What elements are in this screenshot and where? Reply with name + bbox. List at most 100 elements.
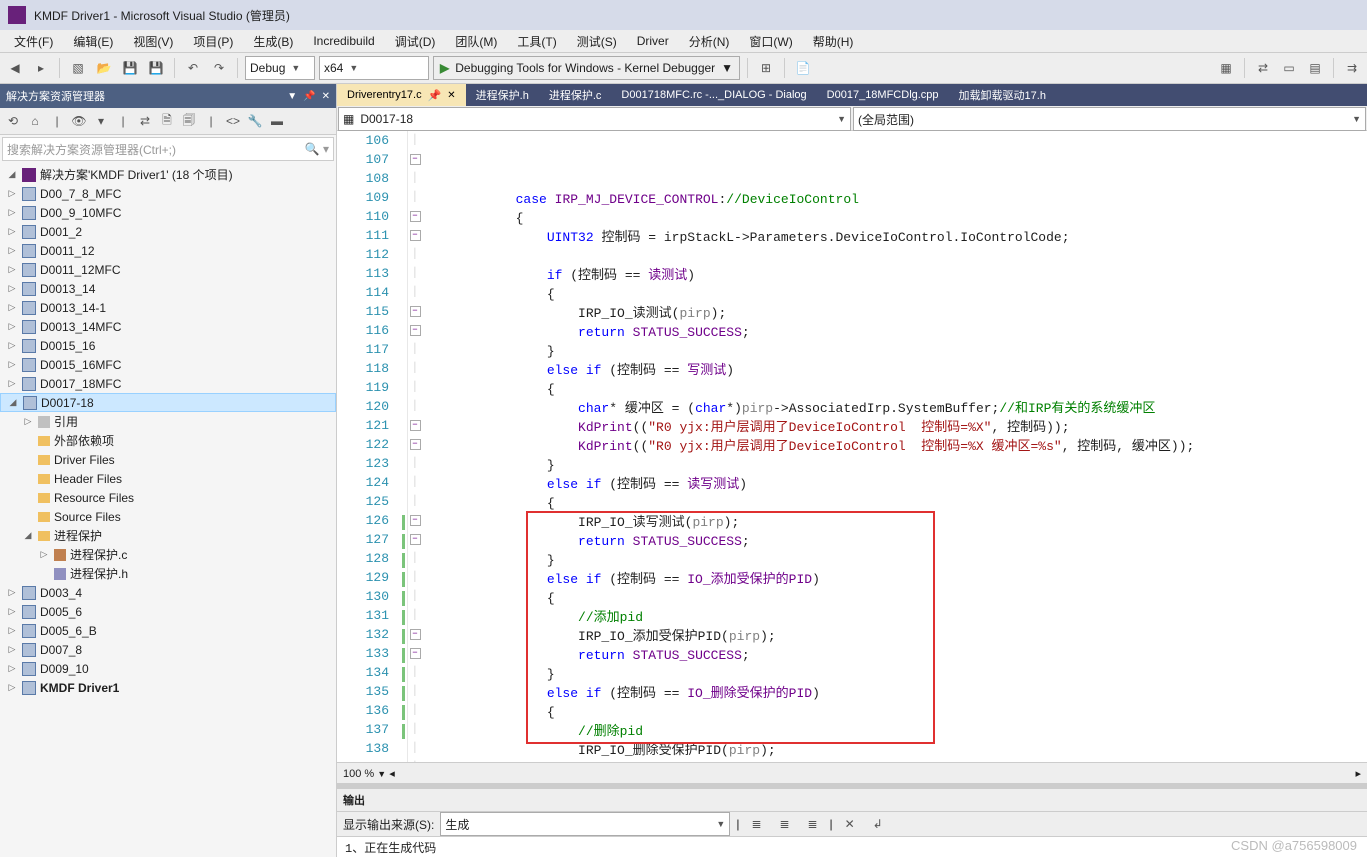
menu-project[interactable]: 项目(P)	[185, 31, 241, 52]
menu-team[interactable]: 团队(M)	[447, 31, 505, 52]
tree-node[interactable]: ▷D0017_18MFC	[0, 374, 336, 393]
tree-node[interactable]: ◢解决方案'KMDF Driver1' (18 个项目)	[0, 165, 336, 184]
tree-node[interactable]: ▷D005_6_B	[0, 621, 336, 640]
search-icon: 🔍 ▾	[305, 142, 329, 156]
nav-member-combo[interactable]: (全局范围)▼	[853, 107, 1366, 131]
code-content[interactable]: case IRP_MJ_DEVICE_CONTROL://DeviceIoCon…	[422, 131, 1367, 762]
tree-node[interactable]: ◢进程保护	[0, 526, 336, 545]
menu-window[interactable]: 窗口(W)	[741, 31, 800, 52]
home2-icon[interactable]: ⌂	[26, 114, 44, 128]
tree-node[interactable]: ▷D005_6	[0, 602, 336, 621]
solution-explorer-title: 解决方案资源管理器 ▼📌✕	[0, 84, 336, 108]
tree-node[interactable]: Header Files	[0, 469, 336, 488]
document-tab[interactable]: 进程保护.c	[539, 84, 612, 106]
tool-right-4[interactable]: ▤	[1304, 57, 1326, 79]
tree-node[interactable]: ◢D0017-18	[0, 393, 336, 412]
tree-node[interactable]: ▷D00_9_10MFC	[0, 203, 336, 222]
tool-btn-1[interactable]: ⊞	[755, 57, 777, 79]
menu-analyze[interactable]: 分析(N)	[681, 31, 738, 52]
menu-build[interactable]: 生成(B)	[245, 31, 301, 52]
tree-node[interactable]: ▷D0013_14	[0, 279, 336, 298]
toggle-icon[interactable]: ▬	[268, 114, 286, 128]
zoom-level[interactable]: 100 %	[343, 768, 374, 780]
tree-node[interactable]: Source Files	[0, 507, 336, 526]
menu-view[interactable]: 视图(V)	[125, 31, 181, 52]
menu-driver[interactable]: Driver	[629, 32, 677, 50]
out-clear-button[interactable]: ✕	[839, 813, 861, 835]
scope-icon[interactable]: ⇄	[136, 114, 154, 128]
nav-fwd-button[interactable]: ▸	[30, 57, 52, 79]
vs-icon	[8, 6, 26, 24]
tool-right-3[interactable]: ▭	[1278, 57, 1300, 79]
toolbar: ◀ ▸ ▧ 📂 💾 💾 ↶ ↷ Debug▼ x64▼ ▶ Debugging …	[0, 52, 1367, 84]
tree-node[interactable]: 外部依赖项	[0, 431, 336, 450]
tool-btn-2[interactable]: 📄	[792, 57, 814, 79]
tree-node[interactable]: ▷D003_4	[0, 583, 336, 602]
home-icon[interactable]: ⟲	[4, 114, 22, 128]
code-editor[interactable]: 1061071081091101111121131141151161171181…	[337, 131, 1367, 762]
tree-node[interactable]: ▷D007_8	[0, 640, 336, 659]
sync-icon[interactable]: 👁	[70, 114, 88, 128]
pin-icon[interactable]: 📌	[303, 91, 315, 102]
nav-back-button[interactable]: ◀	[4, 57, 26, 79]
tool-right-2[interactable]: ⇄	[1252, 57, 1274, 79]
wrench-icon[interactable]: 🔧	[246, 114, 264, 128]
menu-help[interactable]: 帮助(H)	[805, 31, 862, 52]
solution-tree[interactable]: ◢解决方案'KMDF Driver1' (18 个项目)▷D00_7_8_MFC…	[0, 163, 336, 857]
tree-node[interactable]: Resource Files	[0, 488, 336, 507]
refresh-icon[interactable]: 🗎	[158, 111, 176, 132]
redo-button[interactable]: ↷	[208, 57, 230, 79]
out-btn-2[interactable]: ≣	[773, 813, 795, 835]
out-wrap-button[interactable]: ↲	[867, 813, 889, 835]
tree-node[interactable]: ▷D0011_12MFC	[0, 260, 336, 279]
menu-edit[interactable]: 编辑(E)	[65, 31, 121, 52]
filter-icon[interactable]: <>	[224, 114, 242, 128]
editor-footer: 100 % ▼ ◂ ▸	[337, 762, 1367, 783]
tree-node[interactable]: ▷D0011_12	[0, 241, 336, 260]
tree-node[interactable]: ▷D0015_16MFC	[0, 355, 336, 374]
tree-node[interactable]: ▷D0013_14MFC	[0, 317, 336, 336]
tree-node[interactable]: ▷进程保护.c	[0, 545, 336, 564]
menu-file[interactable]: 文件(F)	[6, 31, 61, 52]
new-project-button[interactable]: ▧	[67, 57, 89, 79]
tree-node[interactable]: ▷KMDF Driver1	[0, 678, 336, 697]
menu-debug[interactable]: 调试(D)	[387, 31, 444, 52]
platform-combo[interactable]: x64▼	[319, 56, 429, 80]
tree-node[interactable]: ▷D0013_14-1	[0, 298, 336, 317]
out-btn-1[interactable]: ≣	[745, 813, 767, 835]
tree-node[interactable]: ▷D00_7_8_MFC	[0, 184, 336, 203]
tree-node[interactable]: ▷D009_10	[0, 659, 336, 678]
document-tab[interactable]: D0017_18MFCDlg.cpp	[817, 84, 949, 106]
document-tab[interactable]: Driverentry17.c📌✕	[337, 84, 466, 106]
play-icon: ▶	[440, 61, 449, 75]
solution-search[interactable]: 搜索解决方案资源管理器(Ctrl+;) 🔍 ▾	[2, 137, 334, 161]
config-combo[interactable]: Debug▼	[245, 56, 315, 80]
save-all-button[interactable]: 💾	[145, 57, 167, 79]
menu-tools[interactable]: 工具(T)	[509, 31, 564, 52]
close-icon[interactable]: ✕	[322, 91, 330, 102]
document-tab[interactable]: 进程保护.h	[466, 84, 539, 106]
props-icon[interactable]: 🗐	[180, 111, 198, 132]
tree-node[interactable]: ▷D0015_16	[0, 336, 336, 355]
save-button[interactable]: 💾	[119, 57, 141, 79]
tree-node[interactable]: Driver Files	[0, 450, 336, 469]
tree-node[interactable]: ▷D001_2	[0, 222, 336, 241]
watermark: CSDN @a756598009	[1231, 838, 1357, 853]
open-file-button[interactable]: 📂	[93, 57, 115, 79]
menu-test[interactable]: 测试(S)	[569, 31, 625, 52]
nav-scope-combo[interactable]: ▦ D0017-18▼	[338, 107, 851, 131]
document-tab[interactable]: 加载卸载驱动17.h	[949, 84, 1056, 106]
tree-node[interactable]: 进程保护.h	[0, 564, 336, 583]
dropdown-icon[interactable]: ▼	[287, 91, 297, 102]
output-source-label: 显示输出来源(S):	[343, 816, 434, 833]
document-tab[interactable]: D001718MFC.rc -..._DIALOG - Dialog	[611, 84, 816, 106]
undo-button[interactable]: ↶	[182, 57, 204, 79]
out-btn-3[interactable]: ≣	[801, 813, 823, 835]
tool-right-1[interactable]: ▦	[1215, 57, 1237, 79]
tool-right-5[interactable]: ⇉	[1341, 57, 1363, 79]
fold-gutter[interactable]: │−││−−│││−−││││−−│││−−││││−−││││││	[408, 131, 422, 762]
menu-incredibuild[interactable]: Incredibuild	[305, 32, 382, 50]
output-source-combo[interactable]: 生成▼	[440, 812, 730, 836]
tree-node[interactable]: ▷引用	[0, 412, 336, 431]
start-debug-button[interactable]: ▶ Debugging Tools for Windows - Kernel D…	[433, 56, 740, 80]
